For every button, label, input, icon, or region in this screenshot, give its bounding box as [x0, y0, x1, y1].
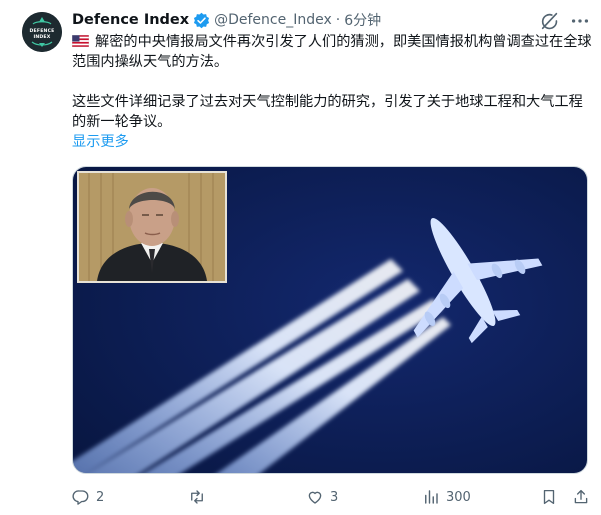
timestamp[interactable]: 6分钟	[344, 10, 381, 30]
like-button[interactable]: 3	[306, 486, 338, 508]
handle[interactable]: @Defence_Index	[214, 12, 332, 28]
grok-icon[interactable]	[539, 10, 561, 32]
bookmark-icon	[543, 489, 555, 505]
retweet-icon	[191, 490, 203, 504]
avatar[interactable]: DEFENCE INDEX	[22, 12, 62, 52]
avatar-brand-text: DEFENCE INDEX	[29, 29, 55, 40]
views-button[interactable]: 300	[422, 486, 471, 508]
tweet-paragraph-1: 解密的中央情报局文件再次引发了人们的猜测，即美国情报机构曾调查过在全球范围内操纵…	[72, 32, 592, 72]
tweet-media[interactable]	[72, 166, 588, 474]
paragraph-1-text: 解密的中央情报局文件再次引发了人们的猜测，即美国情报机构曾调查过在全球范围内操纵…	[72, 34, 592, 70]
share-button[interactable]	[572, 486, 590, 508]
views-count: 300	[446, 489, 471, 505]
tweet-paragraph-2: 这些文件详细记录了过去对天气控制能力的研究，引发了关于地球工程和大气工程的新一轮…	[72, 94, 583, 130]
retweet-button[interactable]	[188, 486, 212, 508]
heart-icon	[308, 491, 322, 504]
tweet-text: 解密的中央情报局文件再次引发了人们的猜测，即美国情报机构曾调查过在全球范围内操纵…	[72, 32, 592, 152]
like-count: 3	[330, 489, 339, 505]
reply-count: 2	[96, 489, 105, 505]
verified-badge-icon[interactable]	[193, 12, 210, 29]
display-name[interactable]: Defence Index	[72, 12, 189, 28]
action-bar: 2 3 300	[72, 486, 594, 508]
show-more-link[interactable]: 显示更多	[72, 132, 592, 152]
us-flag-icon	[72, 35, 89, 47]
more-options-icon[interactable]	[569, 10, 591, 32]
portrait-inset	[77, 171, 227, 283]
reply-icon	[72, 490, 89, 505]
tweet-header: Defence Index @Defence_Index · 6分钟	[72, 10, 381, 30]
share-icon	[574, 489, 588, 504]
views-icon	[425, 490, 438, 504]
separator-dot: ·	[335, 12, 341, 28]
bookmark-button[interactable]	[540, 486, 558, 508]
reply-button[interactable]: 2	[72, 486, 104, 508]
